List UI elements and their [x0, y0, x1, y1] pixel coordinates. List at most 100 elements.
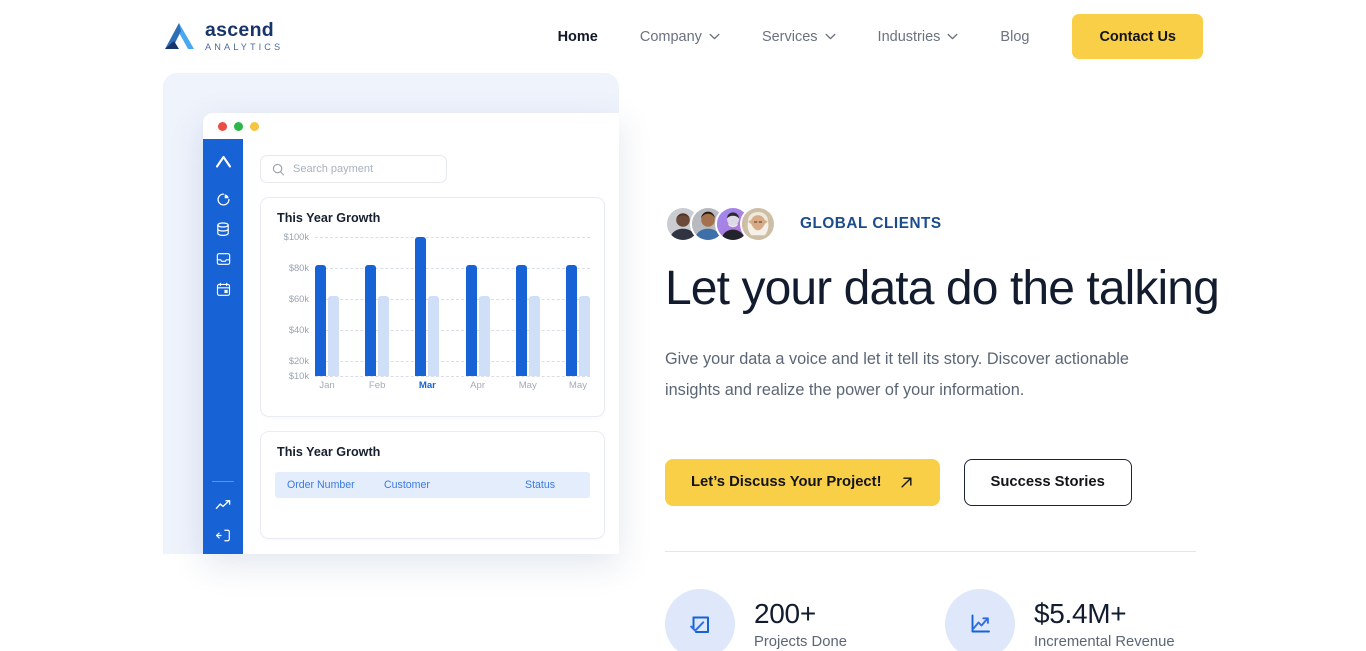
pie-chart-icon[interactable]	[212, 188, 234, 210]
nav-item-home[interactable]: Home	[537, 17, 619, 57]
logout-icon[interactable]	[212, 524, 234, 546]
client-avatars	[665, 206, 776, 242]
chart-bar-group	[315, 237, 339, 376]
chevron-down-icon	[825, 33, 836, 40]
chevron-down-icon	[709, 33, 720, 40]
chart-x-tick: May	[568, 380, 587, 391]
trending-up-icon[interactable]	[212, 494, 234, 516]
chart-plot-area	[315, 237, 590, 377]
chart-bar-groups	[315, 237, 590, 376]
dashboard-mockup: Search payment This Year Growth $100k $80…	[163, 73, 619, 554]
stat-value: 200+	[754, 598, 816, 630]
chart-bar	[478, 295, 490, 376]
chevron-down-icon	[947, 33, 958, 40]
mockup-sidebar	[203, 139, 243, 554]
arrow-up-right-icon	[900, 477, 912, 488]
discuss-project-label: Let’s Discuss Your Project!	[691, 474, 882, 491]
stats-row: 200+ Projects Done $5.4M+ Incremental Re…	[665, 588, 1219, 651]
hero-copy: GLOBAL CLIENTS Let your data do the talk…	[665, 73, 1220, 651]
chart-x-tick: May	[518, 380, 537, 391]
chart-bar-group	[515, 237, 540, 376]
table-header-row: Order Number Customer Status	[275, 472, 590, 498]
stat-incremental-revenue: $5.4M+ Incremental Revenue	[944, 588, 1175, 651]
stat-projects-done: 200+ Projects Done	[665, 588, 847, 651]
table-header-status: Status	[525, 479, 556, 491]
chart-bar	[378, 295, 390, 376]
chart-bar	[528, 295, 540, 376]
chart-y-tick: $10k	[288, 371, 309, 381]
chart-gridline	[315, 376, 590, 377]
nav-item-company[interactable]: Company	[619, 17, 741, 57]
nav-item-industries[interactable]: Industries	[857, 17, 980, 57]
nav-label: Industries	[877, 28, 941, 45]
chart-bar	[465, 264, 477, 376]
bar-chart: $100k $80k $60k $40k $20k $10k Jan Feb Mar Apr Ma…	[275, 232, 590, 404]
contact-us-button[interactable]: Contact Us	[1072, 14, 1203, 59]
section-divider	[665, 550, 1196, 552]
chart-y-tick: $100k	[283, 232, 309, 242]
growth-chart-card: This Year Growth $100k $80k $60k $40k $20k $1…	[260, 197, 605, 417]
table-header-order-number: Order Number	[287, 479, 355, 491]
mockup-content: Search payment This Year Growth $100k $80…	[243, 139, 619, 554]
nav-label: Blog	[1000, 28, 1030, 45]
sidebar-divider	[212, 481, 234, 482]
window-titlebar	[203, 113, 619, 139]
inbox-icon[interactable]	[212, 248, 234, 270]
nav-item-blog[interactable]: Blog	[979, 17, 1050, 57]
window-minimize-dot[interactable]	[250, 121, 259, 131]
table-header-customer: Customer	[384, 479, 430, 491]
site-header: ascend ANALYTICS Home Company Services I…	[0, 0, 1366, 73]
discuss-project-button[interactable]: Let’s Discuss Your Project!	[665, 458, 940, 506]
global-clients-label: GLOBAL CLIENTS	[800, 215, 942, 232]
search-placeholder: Search payment	[293, 163, 374, 175]
chart-x-tick: Feb	[368, 380, 386, 391]
trending-up-chart-icon	[944, 588, 1015, 651]
chart-x-axis: Jan Feb Mar Apr May May	[315, 380, 590, 391]
stat-label: Projects Done	[754, 634, 847, 651]
main-navigation: Home Company Services Industries Blog Co…	[537, 14, 1203, 59]
hero-actions: Let’s Discuss Your Project! Success Stor…	[665, 458, 1219, 506]
success-stories-button[interactable]: Success Stories	[963, 458, 1132, 506]
chart-bar-group	[415, 237, 440, 376]
stat-value: $5.4M+	[1033, 598, 1127, 630]
brand-logo[interactable]: ascend ANALYTICS	[163, 18, 283, 53]
orders-table-card: This Year Growth Order Number Customer S…	[260, 431, 605, 539]
chart-x-tick: Apr	[470, 380, 486, 391]
chart-bar	[315, 264, 326, 376]
logo-chevron-icon[interactable]	[212, 150, 234, 172]
chart-bar	[428, 295, 440, 376]
chart-bar-group	[365, 237, 390, 376]
chart-y-axis: $100k $80k $60k $40k $20k $10k	[275, 232, 309, 381]
chart-bar	[578, 295, 590, 376]
chart-bar	[515, 264, 527, 376]
chart-card-title: This Year Growth	[277, 211, 381, 225]
chart-x-tick: Jan	[319, 380, 335, 391]
hero-section: Search payment This Year Growth $100k $80…	[0, 73, 1366, 651]
chart-y-tick: $60k	[288, 293, 309, 304]
chart-y-tick: $80k	[288, 262, 309, 273]
mockup-window: Search payment This Year Growth $100k $80…	[203, 113, 619, 554]
window-close-dot[interactable]	[218, 121, 227, 131]
nav-label: Home	[557, 28, 598, 45]
window-maximize-dot[interactable]	[234, 121, 243, 131]
table-card-title: This Year Growth	[277, 445, 381, 459]
page-title: Let your data do the talking	[665, 262, 1220, 315]
search-icon	[272, 163, 285, 175]
checked-square-icon	[665, 588, 735, 651]
stat-label: Incremental Revenue	[1033, 634, 1175, 651]
nav-label: Company	[639, 28, 702, 45]
chart-bar	[365, 264, 377, 376]
search-payment-input[interactable]: Search payment	[260, 155, 447, 183]
chart-bar-group	[465, 237, 490, 376]
chart-bar	[565, 264, 577, 376]
brand-name: ascend	[205, 18, 275, 41]
ascend-logo-icon	[165, 22, 194, 49]
nav-label: Services	[761, 28, 818, 45]
chart-y-tick: $20k	[288, 355, 309, 366]
global-clients-row: GLOBAL CLIENTS	[665, 206, 1219, 242]
nav-item-services[interactable]: Services	[741, 17, 857, 57]
chart-x-tick: Mar	[418, 380, 436, 391]
calendar-icon[interactable]	[212, 278, 234, 300]
hero-description: Give your data a voice and let it tell i…	[665, 349, 1129, 400]
database-icon[interactable]	[212, 218, 234, 240]
